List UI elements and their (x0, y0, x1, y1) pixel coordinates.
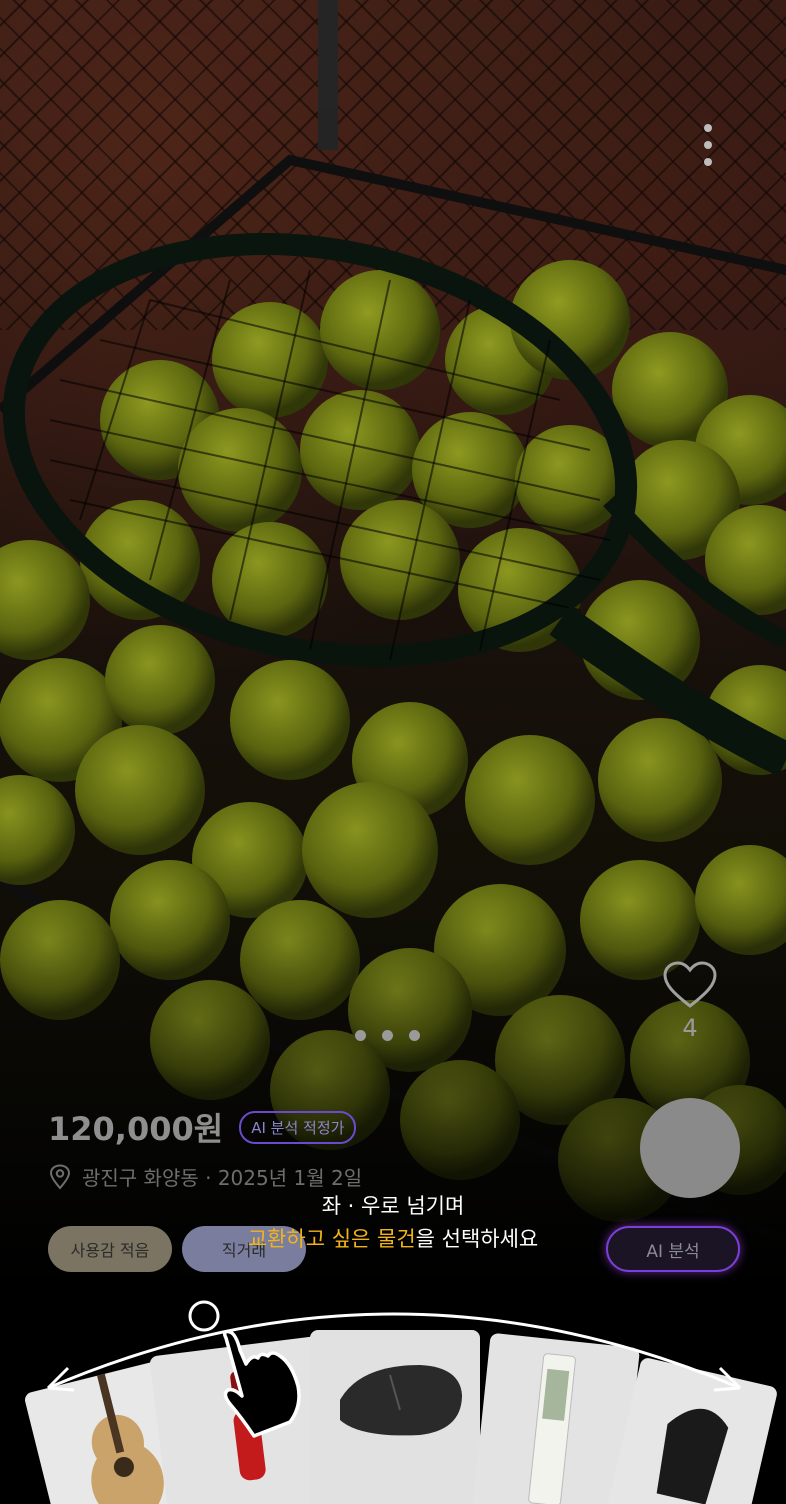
swipe-carousel[interactable] (0, 1270, 786, 1504)
swipe-guide-line2: 교환하고 싶은 물건을 선택하세요 (0, 1223, 786, 1253)
like-button[interactable]: 4 (660, 960, 720, 1042)
swipe-handle[interactable] (188, 1300, 220, 1332)
ai-price-badge: AI 분석 적정가 (239, 1110, 357, 1144)
location-row: 광진구 화양동 · 2025년 1월 2일 (48, 1162, 362, 1191)
location-text: 광진구 화양동 · 2025년 1월 2일 (82, 1166, 363, 1190)
page-dot[interactable] (382, 1030, 393, 1041)
more-menu-icon[interactable] (700, 124, 716, 174)
seller-avatar[interactable] (640, 1098, 740, 1198)
swipe-guide-line1: 좌 · 우로 넘기며 (321, 1194, 465, 1218)
gallery-page-indicator (355, 1030, 420, 1041)
price-row: 120,000원 AI 분석 적정가 (48, 1104, 357, 1150)
guide-rest: 을 선택하세요 (415, 1227, 539, 1251)
item-card[interactable] (310, 1330, 480, 1504)
price: 120,000원 (48, 1110, 224, 1148)
location-pin-icon (49, 1163, 71, 1190)
guide-highlight: 교환하고 싶은 물건 (247, 1227, 416, 1251)
page-dot[interactable] (409, 1030, 420, 1041)
page-dot[interactable] (355, 1030, 366, 1041)
like-count: 4 (682, 1014, 698, 1042)
heart-icon (663, 961, 717, 1008)
